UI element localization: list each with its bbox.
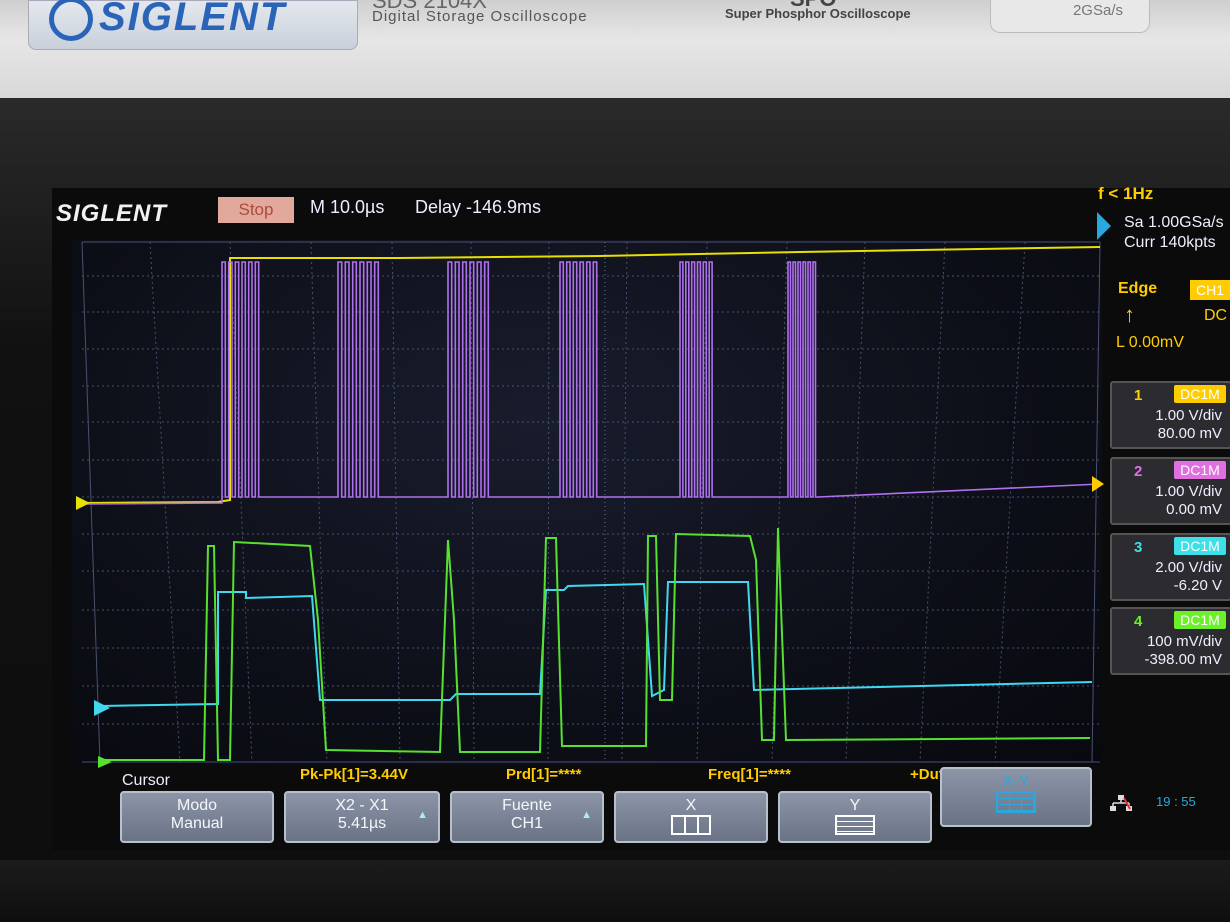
softkey-mode[interactable]: Modo Manual: [120, 791, 274, 843]
trigger-frequency: f < 1Hz: [1098, 184, 1154, 203]
softkey-line1: X-Y: [1002, 773, 1030, 790]
channel-offset: -6.20 V: [1173, 577, 1222, 594]
sample-rate-readout: Sa 1.00GSa/s: [1124, 214, 1224, 231]
measurement-period: Prd[1]=****: [506, 766, 582, 783]
coupling-badge: DC1M: [1174, 611, 1226, 629]
softkey-line2: Manual: [170, 815, 224, 832]
clock-readout: 19 : 55: [1156, 794, 1196, 809]
adjust-knob-icon: ▲: [417, 809, 428, 821]
volts-per-div: 1.00 V/div: [1155, 483, 1222, 500]
xy-grid-icon: [996, 791, 1036, 813]
trigger-position-arrow-icon: [1097, 212, 1111, 240]
channel-offset: 80.00 mV: [1157, 425, 1222, 442]
channel-1-panel[interactable]: 1 DC1M 1.00 V/div 80.00 mV: [1110, 381, 1230, 449]
softkey-line1: X: [685, 797, 697, 814]
softkey-line1: Modo: [176, 797, 218, 814]
volts-per-div: 1.00 V/div: [1155, 407, 1222, 424]
channel-4-panel[interactable]: 4 DC1M 100 mV/div -398.00 mV: [1110, 607, 1230, 675]
y-cursor-icon: [835, 815, 875, 835]
scope-bezel-bottom: [0, 860, 1230, 922]
channel-number: 2: [1134, 463, 1143, 480]
rising-edge-icon: ↑: [1124, 302, 1135, 327]
channel-3-panel[interactable]: 3 DC1M 2.00 V/div -6.20 V: [1110, 533, 1230, 601]
trigger-source-badge: CH1: [1190, 280, 1230, 300]
brand-plate: SIGLENT: [28, 0, 358, 50]
softkey-y-cursor[interactable]: Y: [778, 791, 932, 843]
memory-depth-readout: Curr 140kpts: [1124, 234, 1216, 251]
model-description: Digital Storage Oscilloscope: [372, 8, 588, 25]
softkey-xy-mode[interactable]: X-Y: [940, 767, 1092, 827]
scope-bezel-top: SIGLENT SDS 2104X Digital Storage Oscill…: [0, 0, 1230, 98]
waveform-area: [72, 240, 1102, 765]
delay-readout: Delay -146.9ms: [415, 197, 542, 217]
channel-number: 1: [1134, 387, 1143, 404]
adjust-knob-icon: ▲: [581, 809, 592, 821]
coupling-badge: DC1M: [1174, 537, 1226, 555]
measurement-pkpk: Pk-Pk[1]=3.44V: [300, 766, 408, 783]
channel-offset: 0.00 mV: [1166, 501, 1222, 518]
spo-description: Super Phosphor Oscilloscope: [725, 6, 911, 21]
measurement-frequency: Freq[1]=****: [708, 766, 791, 783]
coupling-badge: DC1M: [1174, 461, 1226, 479]
screen-logo: SIGLENT: [56, 200, 168, 227]
volts-per-div: 100 mV/div: [1146, 633, 1222, 650]
brand-logo: SIGLENT: [49, 0, 286, 42]
softkey-cursor-delta[interactable]: X2 - X1 5.41µs ▲: [284, 791, 440, 843]
rate-plate: 2GSa/s: [990, 0, 1150, 33]
softkey-line2: 5.41µs: [337, 815, 387, 832]
menu-title: Cursor: [122, 772, 171, 789]
trigger-coupling: DC: [1204, 307, 1228, 324]
channel-offset: -398.00 mV: [1144, 651, 1222, 668]
channel-2-panel[interactable]: 2 DC1M 1.00 V/div 0.00 mV: [1110, 457, 1230, 525]
network-icon: [1110, 795, 1132, 811]
timebase-readout: M 10.0µs: [310, 197, 385, 217]
softkey-line1: Y: [849, 797, 861, 814]
coupling-badge: DC1M: [1174, 385, 1226, 403]
softkey-source[interactable]: Fuente CH1 ▲: [450, 791, 604, 843]
channel-number: 3: [1134, 539, 1143, 556]
x-cursor-icon: [671, 815, 711, 835]
trigger-level: L 0.00mV: [1116, 334, 1184, 351]
softkey-line2: CH1: [510, 815, 543, 832]
volts-per-div: 2.00 V/div: [1155, 559, 1222, 576]
softkey-line1: X2 - X1: [335, 797, 389, 814]
run-stop-indicator[interactable]: Stop: [218, 197, 294, 223]
trigger-type: Edge: [1118, 280, 1158, 297]
softkey-line1: Fuente: [502, 797, 552, 814]
rate-label: 2GSa/s: [1072, 2, 1123, 19]
channel-number: 4: [1134, 613, 1143, 630]
softkey-x-cursor[interactable]: X: [614, 791, 768, 843]
